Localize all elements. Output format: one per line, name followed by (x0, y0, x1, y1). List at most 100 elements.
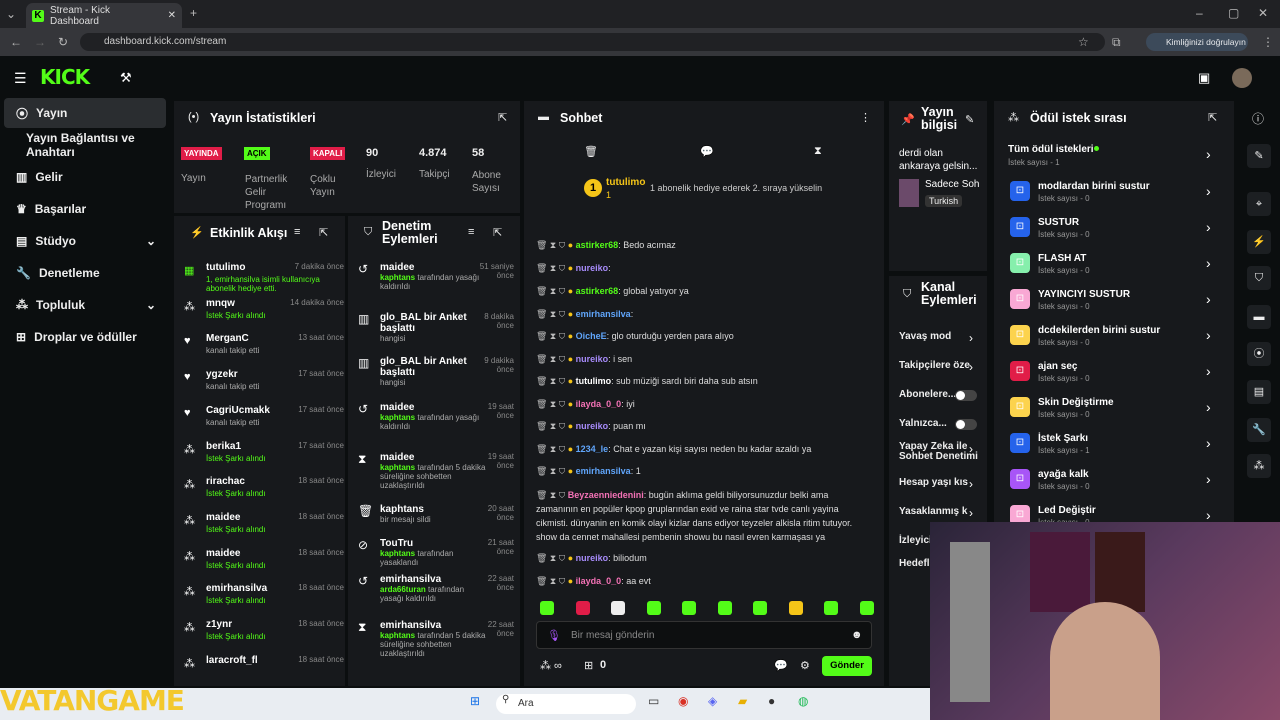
activity-row[interactable]: ⁂ z1ynr İstek Şarkı alındı 18 saat önce (184, 619, 344, 641)
filter-icon[interactable]: ≡ (294, 226, 300, 238)
mod-tools-icon[interactable]: 🗑 ⧗ ⛉ (536, 399, 568, 409)
gift-icon[interactable]: ⊞ (584, 659, 593, 672)
activity-row[interactable]: ♥ MerganC kanalı takip etti 13 saat önce (184, 333, 344, 355)
folder-icon[interactable]: ▰ (738, 694, 747, 714)
close-tab-icon[interactable]: ✕ (168, 10, 176, 21)
reward-row[interactable]: ⊡ dcdekilerden birini sustur İstek sayısı … (1004, 325, 1224, 355)
info-icon[interactable]: ⓘ (1252, 110, 1264, 127)
mod-action-row[interactable]: 🗑 kaphtans bir mesajı sildi 20 saat önce (358, 504, 514, 524)
mod-view-icon[interactable]: ▣ (1198, 70, 1210, 86)
hamburger-icon[interactable]: ☰ (14, 70, 27, 87)
mod-tools-icon[interactable]: 🗑 ⧗ ⛉ (536, 421, 568, 431)
mod-tools-icon[interactable]: 🗑 ⧗ ⛉ (536, 553, 568, 563)
sidebar-item-gelir[interactable]: ▥ Gelir (4, 162, 166, 192)
activity-row[interactable]: ⁂ laracroft_fl 18 saat önce (184, 655, 344, 670)
reward-row[interactable]: ⊡ Skin Değiştirme İstek sayısı - 0 › (1004, 397, 1224, 427)
popout-icon[interactable]: ⇱ (493, 226, 502, 239)
chat-icon[interactable]: ▬ (1247, 305, 1271, 329)
windows-start-icon[interactable]: ⊞ (470, 694, 480, 714)
mod-tools-icon[interactable]: 🗑 ⧗ ⛉ (536, 240, 568, 250)
activity-row[interactable]: ⁂ mnqw İstek Şarkı alındı 14 dakika önce (184, 298, 344, 320)
sidebar-item-yayin[interactable]: ⦿ Yayın (4, 98, 166, 128)
mod-action-row[interactable]: ↺ emirhansilva arda66turan tarafından yasa… (358, 574, 514, 603)
toggle-switch[interactable] (955, 390, 977, 401)
menu-dots-icon[interactable]: ⋮ (1262, 35, 1274, 49)
emoji-icon[interactable]: ☻ (851, 629, 863, 641)
activity-row[interactable]: ⁂ rirachac İstek Şarkı alındı 18 saat önce (184, 476, 344, 498)
chat-username[interactable]: astirker68 (576, 286, 619, 296)
emote-icon[interactable] (540, 601, 554, 615)
wrench-icon[interactable]: 🔧 (1247, 418, 1271, 442)
reload-icon[interactable]: ↻ (58, 35, 68, 49)
chat-username[interactable]: astirker68 (576, 240, 619, 250)
mic-icon[interactable]: 🎙 (547, 629, 561, 642)
chat-username[interactable]: emirhansilva (576, 466, 631, 476)
mod-action-row[interactable]: ⧗ maidee kaphtans tarafından 5 dakika süre… (358, 452, 514, 490)
toggle-switch[interactable] (955, 419, 977, 430)
activity-row[interactable]: ⁂ berika1 İstek Şarkı alındı 17 saat önce (184, 441, 344, 463)
mod-tools-icon[interactable]: 🗑 ⧗ ⛉ (536, 354, 568, 364)
chat-input[interactable]: 🎙 Bir mesaj gönderin ☻ (536, 621, 872, 649)
chat-username[interactable]: tutulimo (576, 376, 612, 386)
activity-row[interactable]: ⁂ emirhansilva İstek Şarkı alındı 18 saat ö… (184, 583, 344, 605)
activity-row[interactable]: ♥ ygzekr kanalı takip etti 17 saat önce (184, 369, 344, 391)
popout-icon[interactable]: ⇱ (1208, 111, 1217, 124)
sidebar-item-stream-key[interactable]: Yayın Bağlantısı ve Anahtarı (4, 130, 166, 160)
chat-username[interactable]: Beyzaenniedenini (568, 490, 644, 500)
avatar[interactable] (1232, 68, 1252, 88)
infinity-icon[interactable]: ⁂ ∞ (540, 659, 562, 672)
reward-row[interactable]: ⊡ modlardan birini sustur İstek sayısı - 0… (1004, 181, 1224, 211)
kick-logo[interactable]: KICK (40, 65, 90, 89)
chat-bubble-icon[interactable]: 💬 (774, 659, 788, 672)
emote-icon[interactable] (788, 601, 803, 615)
emote-icon[interactable] (753, 601, 767, 615)
emote-icon[interactable] (717, 601, 732, 615)
mod-action-row[interactable]: ↺ maidee kaphtans tarafından yasağı kaldır… (358, 262, 514, 291)
chat-username[interactable]: emirhansilva (576, 309, 631, 319)
spotify-icon[interactable]: ◍ (798, 694, 808, 714)
send-button[interactable]: Gönder (822, 656, 872, 676)
sidebar-item-basarilar[interactable]: ♛ Başarılar (4, 194, 166, 224)
forward-icon[interactable]: → (34, 35, 46, 49)
reward-row[interactable]: ⊡ FLASH AT İstek sayısı - 0 › (1004, 253, 1224, 283)
reward-row[interactable]: ⊡ SUSTUR İstek sayısı - 0 › (1004, 217, 1224, 247)
mod-action-row[interactable]: ▥ glo_BAL bir Anket başlattı hangisi 9 daki… (358, 356, 514, 387)
hourglass-icon[interactable]: ⧗ (814, 145, 822, 158)
lightning-icon[interactable]: ⚡ (1247, 230, 1271, 254)
mod-tools-icon[interactable]: 🗑 ⧗ ⛉ (536, 376, 568, 386)
minimize-icon[interactable]: – (1196, 6, 1203, 20)
maximize-icon[interactable]: ▢ (1228, 6, 1239, 20)
reward-row[interactable]: ⊡ ayağa kalk İstek sayısı - 0 › (1004, 469, 1224, 499)
mod-tools-icon[interactable]: 🗑 ⧗ ⛉ (536, 576, 568, 586)
sidebar-item-droplar[interactable]: ⊞ Droplar ve ödüller (4, 322, 166, 352)
emote-icon[interactable] (824, 601, 838, 615)
emote-icon[interactable] (682, 601, 696, 615)
reward-row[interactable]: ⊡ YAYINCIYI SUSTUR İstek sayısı - 0 › (1004, 289, 1224, 319)
mod-tools-icon[interactable]: 🗑 ⧗ ⛉ (536, 444, 568, 454)
emote-icon[interactable] (611, 601, 625, 615)
activity-row[interactable]: ♥ CagriUcmakk kanalı takip etti 17 saat önc… (184, 405, 344, 427)
popout-icon[interactable]: ⇱ (319, 226, 328, 239)
broadcast-icon[interactable]: ⦿ (1247, 342, 1271, 366)
more-icon[interactable]: ⋮ (860, 111, 871, 124)
profile-button[interactable]: Kimliğinizi doğrulayın (1146, 33, 1248, 51)
chat-username[interactable]: OicheE (576, 331, 607, 341)
mod-tools-icon[interactable]: 🗑 ⧗ ⛉ (536, 466, 568, 476)
settings-icon[interactable]: ⚙ (800, 659, 810, 672)
layout-icon[interactable]: ▤ (1247, 380, 1271, 404)
new-tab-icon[interactable]: + (190, 6, 197, 20)
chat-username[interactable]: 1234_le (576, 444, 609, 454)
mod-tools-icon[interactable]: 🗑 ⧗ ⛉ (536, 331, 568, 341)
sidebar-item-topluluk[interactable]: ⁂ Topluluk ⌄ (4, 290, 166, 320)
mod-action-row[interactable]: ▥ glo_BAL bir Anket başlattı hangisi 8 daki… (358, 312, 514, 343)
browser-tab[interactable]: K Stream - Kick Dashboard ✕ (26, 3, 182, 28)
chrome-icon[interactable]: ◉ (678, 694, 688, 714)
extensions-icon[interactable]: ⧉ (1112, 35, 1121, 49)
edit-icon[interactable]: ✎ (1247, 144, 1271, 168)
focus-icon[interactable]: ⌖ (1247, 192, 1271, 216)
chat-username[interactable]: nureiko (576, 263, 609, 273)
mod-tools-icon[interactable]: 🗑 ⧗ ⛉ (536, 286, 568, 296)
activity-row[interactable]: ⁂ maidee İstek Şarkı alındı 18 saat önce (184, 548, 344, 570)
chat-username[interactable]: nureiko (576, 553, 609, 563)
shield-icon[interactable]: ⛉ (1247, 266, 1271, 290)
